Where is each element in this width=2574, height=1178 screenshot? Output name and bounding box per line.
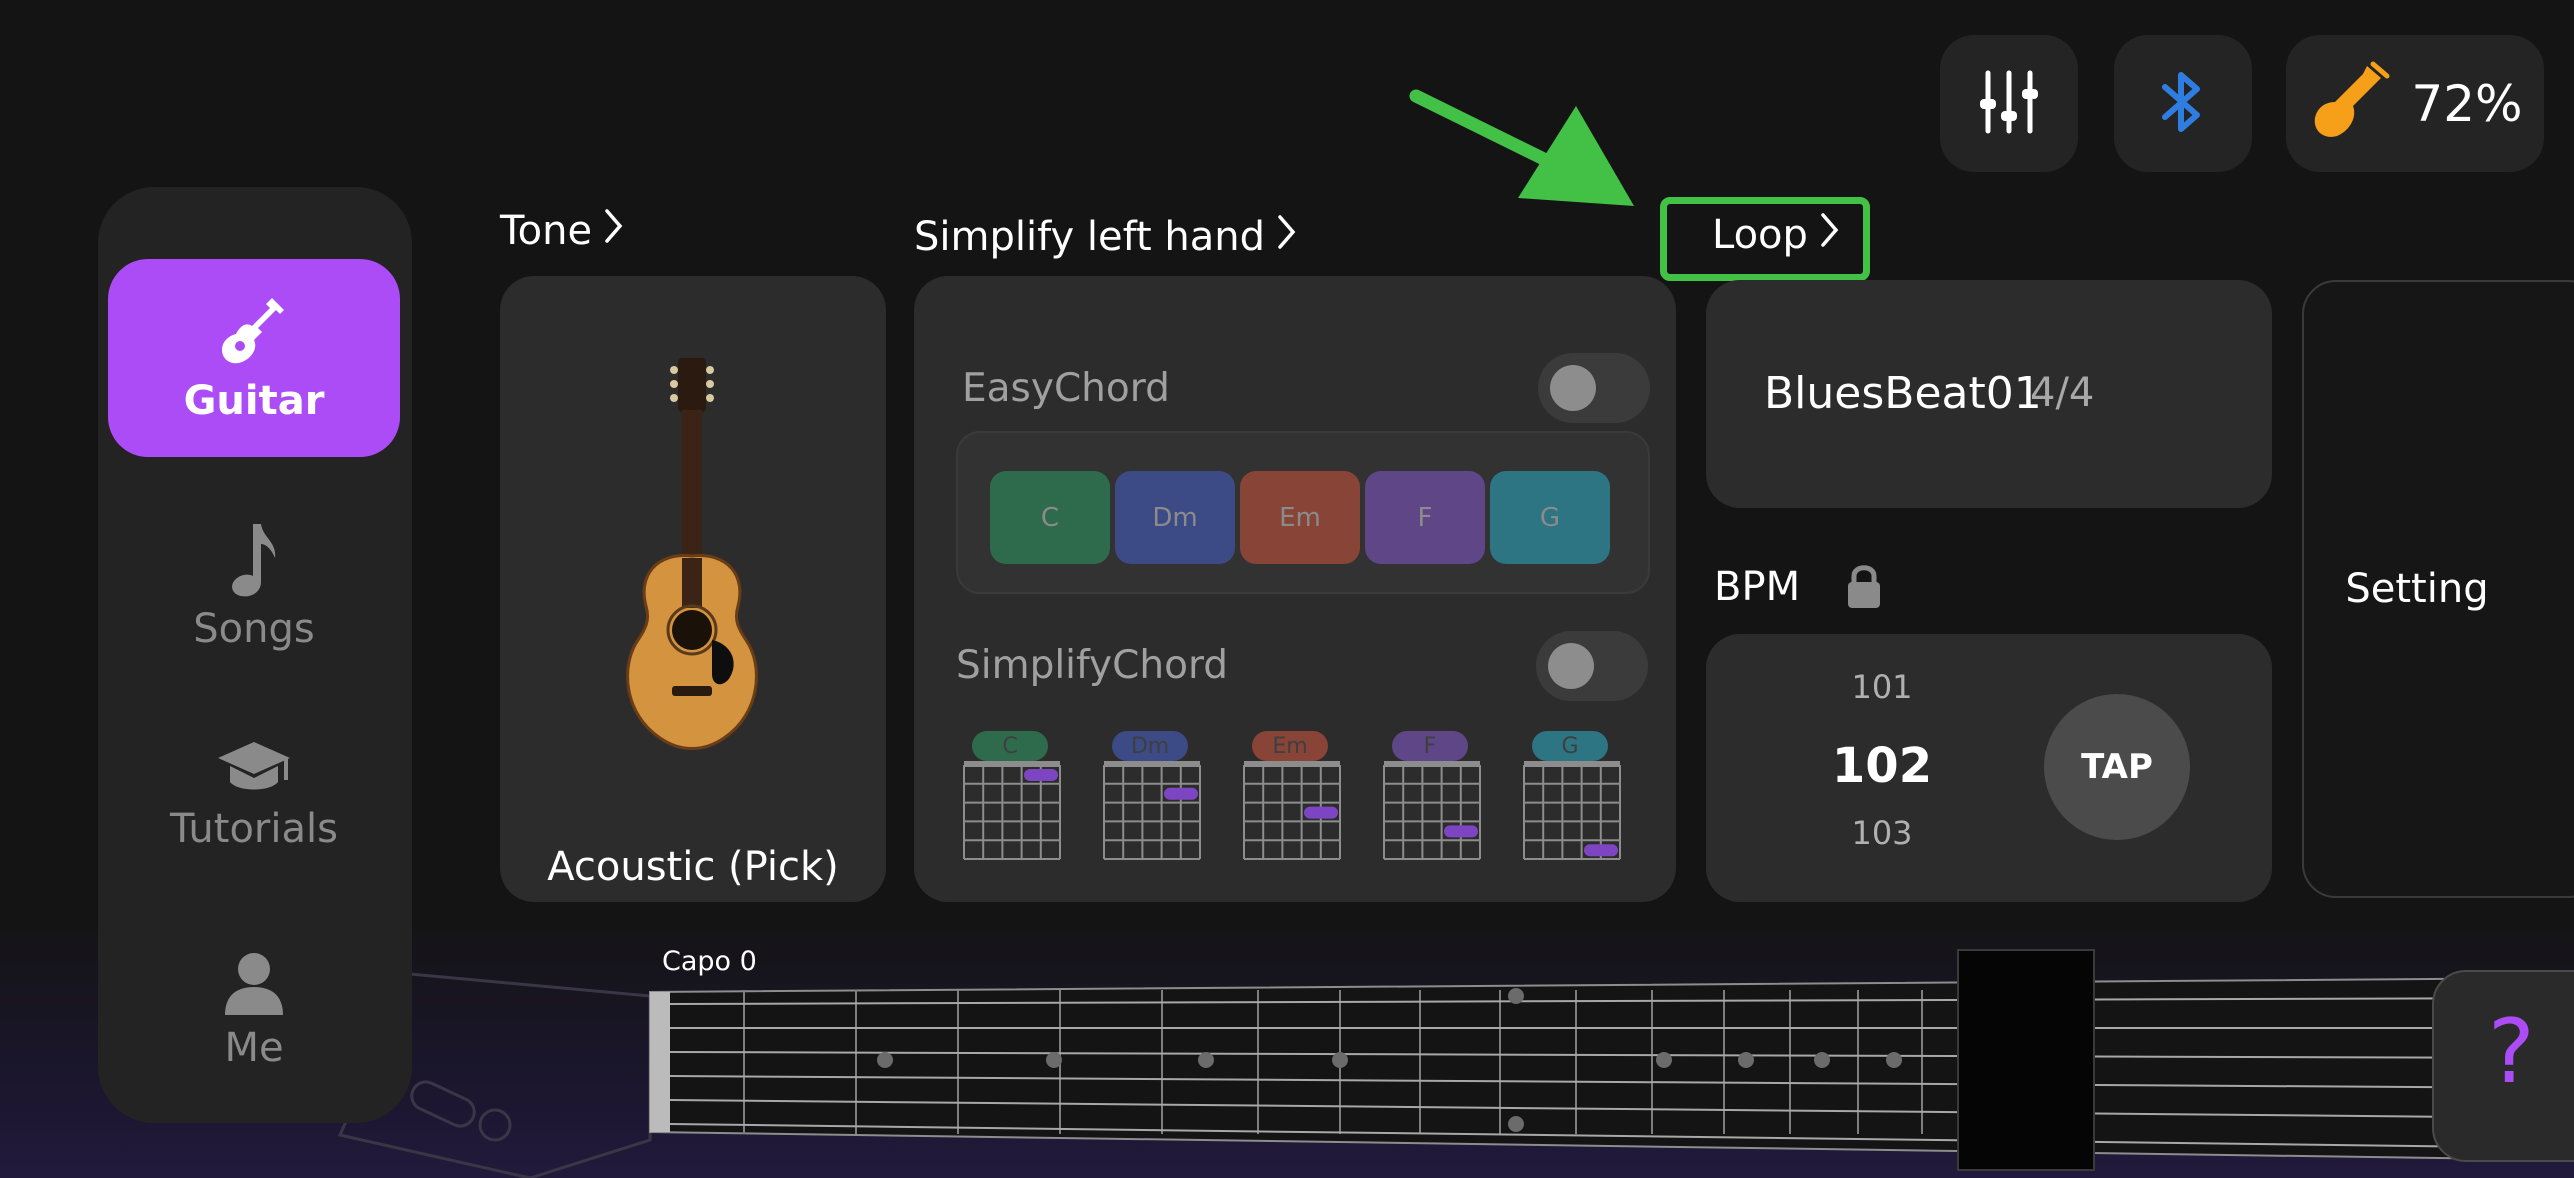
sidebar-item-label: Songs	[193, 606, 315, 652]
chord-grid	[963, 761, 1061, 860]
sidebar-item-guitar[interactable]: Guitar	[108, 259, 400, 457]
chord-pill-em: Em	[1240, 471, 1360, 564]
sidebar-item-label: Tutorials	[170, 806, 338, 852]
sidebar-item-label: Me	[224, 1025, 284, 1071]
setting-card[interactable]: Setting	[2302, 280, 2574, 898]
acoustic-guitar-image	[616, 358, 766, 762]
bpm-previous[interactable]: 101	[1802, 668, 1962, 706]
sidebar-item-label: Guitar	[183, 378, 325, 424]
chord-finger-dot	[1444, 825, 1478, 838]
sidebar: Guitar Songs Tutorials Me	[98, 187, 412, 1123]
loop-card[interactable]: BluesBeat01 4/4	[1706, 280, 2272, 508]
chord-grid	[1103, 761, 1201, 860]
mixer-button[interactable]	[1940, 35, 2078, 172]
tuning-peg-hole	[478, 1108, 512, 1142]
capo-label: Capo 0	[662, 946, 757, 977]
help-button[interactable]: ?	[2432, 970, 2574, 1162]
chord-grid	[1383, 761, 1481, 860]
toggle-knob	[1548, 643, 1594, 689]
chord-tag: Dm	[1112, 731, 1188, 761]
battery-indicator[interactable]: 72%	[2286, 35, 2544, 172]
music-note-icon	[219, 520, 289, 600]
loop-name: BluesBeat01	[1764, 368, 2042, 419]
setting-label: Setting	[2345, 566, 2489, 612]
chord-finger-dot	[1164, 787, 1198, 800]
easy-chord-toggle[interactable]	[1538, 353, 1650, 423]
chord-pill-f: F	[1365, 471, 1485, 564]
person-icon	[219, 949, 289, 1019]
chord-pill-dm: Dm	[1115, 471, 1235, 564]
fret-inlay	[1508, 988, 1524, 1004]
fret-inlay	[1886, 1052, 1902, 1068]
fret-inlay	[1656, 1052, 1672, 1068]
fret-inlay	[1332, 1052, 1348, 1068]
bluetooth-icon	[2159, 67, 2207, 141]
fret-inlay	[877, 1052, 893, 1068]
chord-tag: Em	[1252, 731, 1328, 761]
sliders-icon	[1974, 69, 2044, 139]
chord-finger-dot	[1304, 806, 1338, 819]
sidebar-item-tutorials[interactable]: Tutorials	[108, 695, 400, 893]
chevron-right-icon	[1277, 214, 1297, 260]
fret-inlay	[1738, 1052, 1754, 1068]
nut	[650, 992, 670, 1132]
easy-chord-preview: C Dm Em F G	[956, 431, 1650, 594]
toggle-knob	[1550, 365, 1596, 411]
bpm-card: 101 102 103 TAP	[1706, 634, 2272, 902]
tone-card[interactable]: Acoustic (Pick)	[500, 276, 886, 902]
sidebar-item-me[interactable]: Me	[108, 911, 400, 1109]
fret-inlay	[1046, 1052, 1062, 1068]
tone-header-label: Tone	[500, 208, 593, 254]
simplify-chord-label: SimplifyChord	[956, 643, 1229, 688]
simplify-header[interactable]: Simplify left hand	[914, 214, 1297, 260]
chord-pill-c: C	[990, 471, 1110, 564]
simplify-chord-toggle[interactable]	[1536, 631, 1648, 701]
neck	[649, 976, 2574, 1162]
fret-inlay	[1198, 1052, 1214, 1068]
bpm-current[interactable]: 102	[1802, 738, 1962, 794]
tuning-peg	[410, 1080, 476, 1128]
pointer-arrow-icon	[1408, 86, 1640, 218]
bpm-label: BPM	[1714, 564, 1801, 610]
loop-highlight-box	[1660, 197, 1870, 281]
battery-level: 72%	[2411, 74, 2523, 133]
bluetooth-button[interactable]	[2114, 35, 2252, 172]
simplify-header-label: Simplify left hand	[914, 214, 1265, 260]
question-mark-icon: ?	[2488, 1000, 2535, 1103]
chord-finger-dot	[1024, 769, 1058, 781]
chord-finger-dot	[1584, 844, 1618, 857]
easy-chord-label: EasyChord	[962, 366, 1170, 411]
fret-inlay	[1508, 1116, 1524, 1132]
simplify-card: EasyChord C Dm Em F G SimplifyChord C Dm…	[914, 276, 1676, 902]
position-window	[1957, 949, 2095, 1171]
chord-grid	[1523, 761, 1621, 860]
chord-pill-g: G	[1490, 471, 1610, 564]
electric-guitar-icon	[214, 292, 294, 372]
sidebar-item-songs[interactable]: Songs	[108, 487, 400, 685]
tone-header[interactable]: Tone	[500, 208, 624, 254]
fret-inlay	[1814, 1052, 1830, 1068]
tap-button[interactable]: TAP	[2044, 694, 2190, 840]
chord-tag: F	[1392, 731, 1468, 761]
chord-tag: C	[972, 731, 1048, 761]
bpm-next[interactable]: 103	[1802, 814, 1962, 852]
graduation-cap-icon	[214, 736, 294, 800]
loop-time-signature: 4/4	[2030, 370, 2095, 416]
chord-tag: G	[1532, 731, 1608, 761]
instrument-name: Acoustic (Pick)	[547, 844, 839, 890]
guitar-battery-icon	[2307, 60, 2391, 148]
lock-icon[interactable]	[1844, 562, 1884, 614]
chord-grid	[1243, 761, 1341, 860]
chevron-right-icon	[604, 208, 624, 254]
